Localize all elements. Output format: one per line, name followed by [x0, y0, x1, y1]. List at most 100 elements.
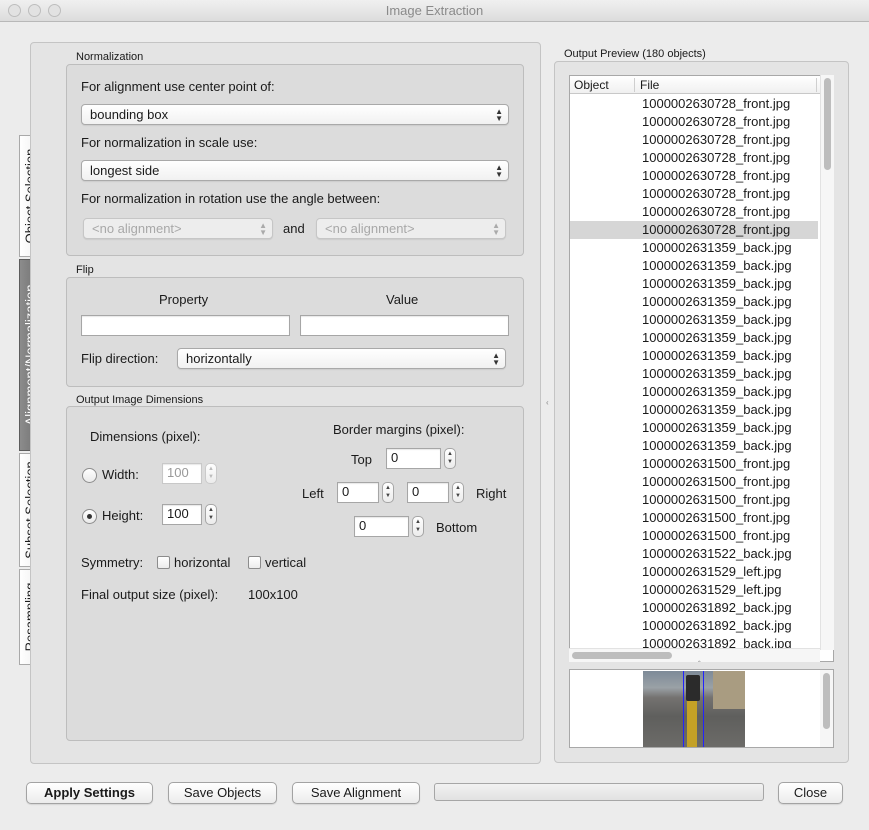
- left-margin-field[interactable]: 0: [337, 482, 379, 503]
- table-row[interactable]: 1000002630728_front.jpg: [570, 167, 818, 185]
- progress-bar: [434, 783, 764, 801]
- preview-scrollbar[interactable]: [820, 670, 833, 747]
- column-header-object[interactable]: Object: [574, 78, 609, 92]
- apply-settings-button[interactable]: Apply Settings: [26, 782, 153, 804]
- height-stepper[interactable]: ▲ ▼: [205, 504, 217, 525]
- splitter-handle-icon[interactable]: ‹: [546, 398, 549, 407]
- table-row[interactable]: 1000002631359_back.jpg: [570, 239, 818, 257]
- table-row[interactable]: 1000002631529_left.jpg: [570, 563, 818, 581]
- table-row[interactable]: 1000002630728_front.jpg: [570, 203, 818, 221]
- bottom-label: Bottom: [436, 520, 478, 535]
- table-row[interactable]: 1000002631500_front.jpg: [570, 509, 818, 527]
- file-name-cell: 1000002631892_back.jpg: [642, 618, 792, 633]
- select-arrows-icon: ▲ ▼: [492, 351, 500, 367]
- height-radio[interactable]: [82, 509, 97, 524]
- file-name-cell: 1000002631359_back.jpg: [642, 384, 792, 399]
- width-stepper[interactable]: ▲ ▼: [205, 463, 217, 484]
- scroll-thumb[interactable]: [823, 673, 830, 729]
- right-margin-field[interactable]: 0: [407, 482, 449, 503]
- file-name-cell: 1000002631500_front.jpg: [642, 492, 791, 507]
- center-point-value: bounding box: [90, 107, 169, 122]
- height-label: Height:: [102, 508, 144, 523]
- save-objects-button[interactable]: Save Objects: [168, 782, 277, 804]
- table-row[interactable]: 1000002631359_back.jpg: [570, 347, 818, 365]
- table-row[interactable]: 1000002630728_front.jpg: [570, 221, 818, 239]
- right-margin-stepper[interactable]: ▲ ▼: [452, 482, 464, 503]
- select-arrows-icon: ▲ ▼: [492, 221, 500, 237]
- scale-select[interactable]: longest side ▲ ▼: [81, 160, 509, 181]
- property-header: Property: [159, 292, 209, 307]
- table-row[interactable]: 1000002631359_back.jpg: [570, 383, 818, 401]
- file-name-cell: 1000002631359_back.jpg: [642, 366, 792, 381]
- select-arrows-icon: ▲ ▼: [495, 163, 503, 179]
- file-name-cell: 1000002631529_left.jpg: [642, 564, 782, 579]
- rotation-a-value: <no alignment>: [92, 221, 182, 236]
- table-row[interactable]: 1000002631892_back.jpg: [570, 599, 818, 617]
- table-row[interactable]: 1000002630728_front.jpg: [570, 185, 818, 203]
- table-row[interactable]: 1000002631529_left.jpg: [570, 581, 818, 599]
- height-field[interactable]: 100: [162, 504, 202, 525]
- save-alignment-button[interactable]: Save Alignment: [292, 782, 420, 804]
- output-file-table[interactable]: Object File 1000002630728_front.jpg 10000…: [569, 75, 834, 662]
- table-row[interactable]: 1000002631359_back.jpg: [570, 311, 818, 329]
- column-header-file[interactable]: File: [640, 78, 659, 92]
- file-name-cell: 1000002631359_back.jpg: [642, 438, 792, 453]
- symmetry-horizontal-checkbox[interactable]: [157, 556, 170, 569]
- close-button[interactable]: Close: [778, 782, 843, 804]
- table-row[interactable]: 1000002631359_back.jpg: [570, 401, 818, 419]
- column-separator: [634, 78, 635, 92]
- width-radio[interactable]: [82, 468, 97, 483]
- rotation-point-a-select[interactable]: <no alignment> ▲ ▼: [83, 218, 273, 239]
- splitter-handle-icon[interactable]: ˆ: [698, 660, 701, 669]
- center-point-select[interactable]: bounding box ▲ ▼: [81, 104, 509, 125]
- file-name-cell: 1000002631359_back.jpg: [642, 348, 792, 363]
- flip-value-field[interactable]: [300, 315, 509, 336]
- scroll-thumb[interactable]: [572, 652, 672, 659]
- image-preview: [569, 669, 834, 748]
- table-vertical-scrollbar[interactable]: [820, 75, 834, 650]
- scroll-thumb[interactable]: [824, 78, 831, 170]
- table-row[interactable]: 1000002631359_back.jpg: [570, 257, 818, 275]
- column-separator: [816, 78, 817, 92]
- top-margin-stepper[interactable]: ▲ ▼: [444, 448, 456, 469]
- table-row[interactable]: 1000002631359_back.jpg: [570, 275, 818, 293]
- table-row[interactable]: 1000002631500_front.jpg: [570, 491, 818, 509]
- table-row[interactable]: 1000002631359_back.jpg: [570, 365, 818, 383]
- flip-property-field[interactable]: [81, 315, 290, 336]
- top-margin-field[interactable]: 0: [386, 448, 441, 469]
- table-row[interactable]: 1000002631500_front.jpg: [570, 473, 818, 491]
- table-row[interactable]: 1000002631522_back.jpg: [570, 545, 818, 563]
- left-margin-stepper[interactable]: ▲ ▼: [382, 482, 394, 503]
- dimensions-group-label: Output Image Dimensions: [76, 394, 204, 406]
- table-row[interactable]: 1000002630728_front.jpg: [570, 131, 818, 149]
- table-row[interactable]: 1000002631892_back.jpg: [570, 617, 818, 635]
- file-name-cell: 1000002631359_back.jpg: [642, 294, 792, 309]
- table-row[interactable]: 1000002631500_front.jpg: [570, 455, 818, 473]
- rotation-point-b-select[interactable]: <no alignment> ▲ ▼: [316, 218, 506, 239]
- output-preview-label: Output Preview (180 objects): [564, 48, 706, 60]
- table-horizontal-scrollbar[interactable]: [569, 648, 820, 662]
- file-name-cell: 1000002631359_back.jpg: [642, 240, 792, 255]
- table-row[interactable]: 1000002630728_front.jpg: [570, 149, 818, 167]
- table-row[interactable]: 1000002630728_front.jpg: [570, 113, 818, 131]
- file-name-cell: 1000002631500_front.jpg: [642, 510, 791, 525]
- width-field[interactable]: 100: [162, 463, 202, 484]
- bottom-margin-field[interactable]: 0: [354, 516, 409, 537]
- final-size-label: Final output size (pixel):: [81, 587, 219, 602]
- file-name-cell: 1000002631359_back.jpg: [642, 402, 792, 417]
- table-row[interactable]: 1000002631359_back.jpg: [570, 419, 818, 437]
- table-row[interactable]: 1000002631359_back.jpg: [570, 329, 818, 347]
- file-name-cell: 1000002631500_front.jpg: [642, 474, 791, 489]
- flip-direction-label: Flip direction:: [81, 351, 159, 366]
- flip-direction-select[interactable]: horizontally ▲ ▼: [177, 348, 506, 369]
- symmetry-vertical-checkbox[interactable]: [248, 556, 261, 569]
- right-label: Right: [476, 486, 507, 501]
- table-row[interactable]: 1000002630728_front.jpg: [570, 95, 818, 113]
- bottom-margin-stepper[interactable]: ▲ ▼: [412, 516, 424, 537]
- table-row[interactable]: 1000002631359_back.jpg: [570, 437, 818, 455]
- file-name-cell: 1000002630728_front.jpg: [642, 150, 791, 165]
- symmetry-horizontal-label: horizontal: [174, 555, 231, 570]
- table-row[interactable]: 1000002631359_back.jpg: [570, 293, 818, 311]
- table-row[interactable]: 1000002631500_front.jpg: [570, 527, 818, 545]
- file-name-cell: 1000002630728_front.jpg: [642, 132, 791, 147]
